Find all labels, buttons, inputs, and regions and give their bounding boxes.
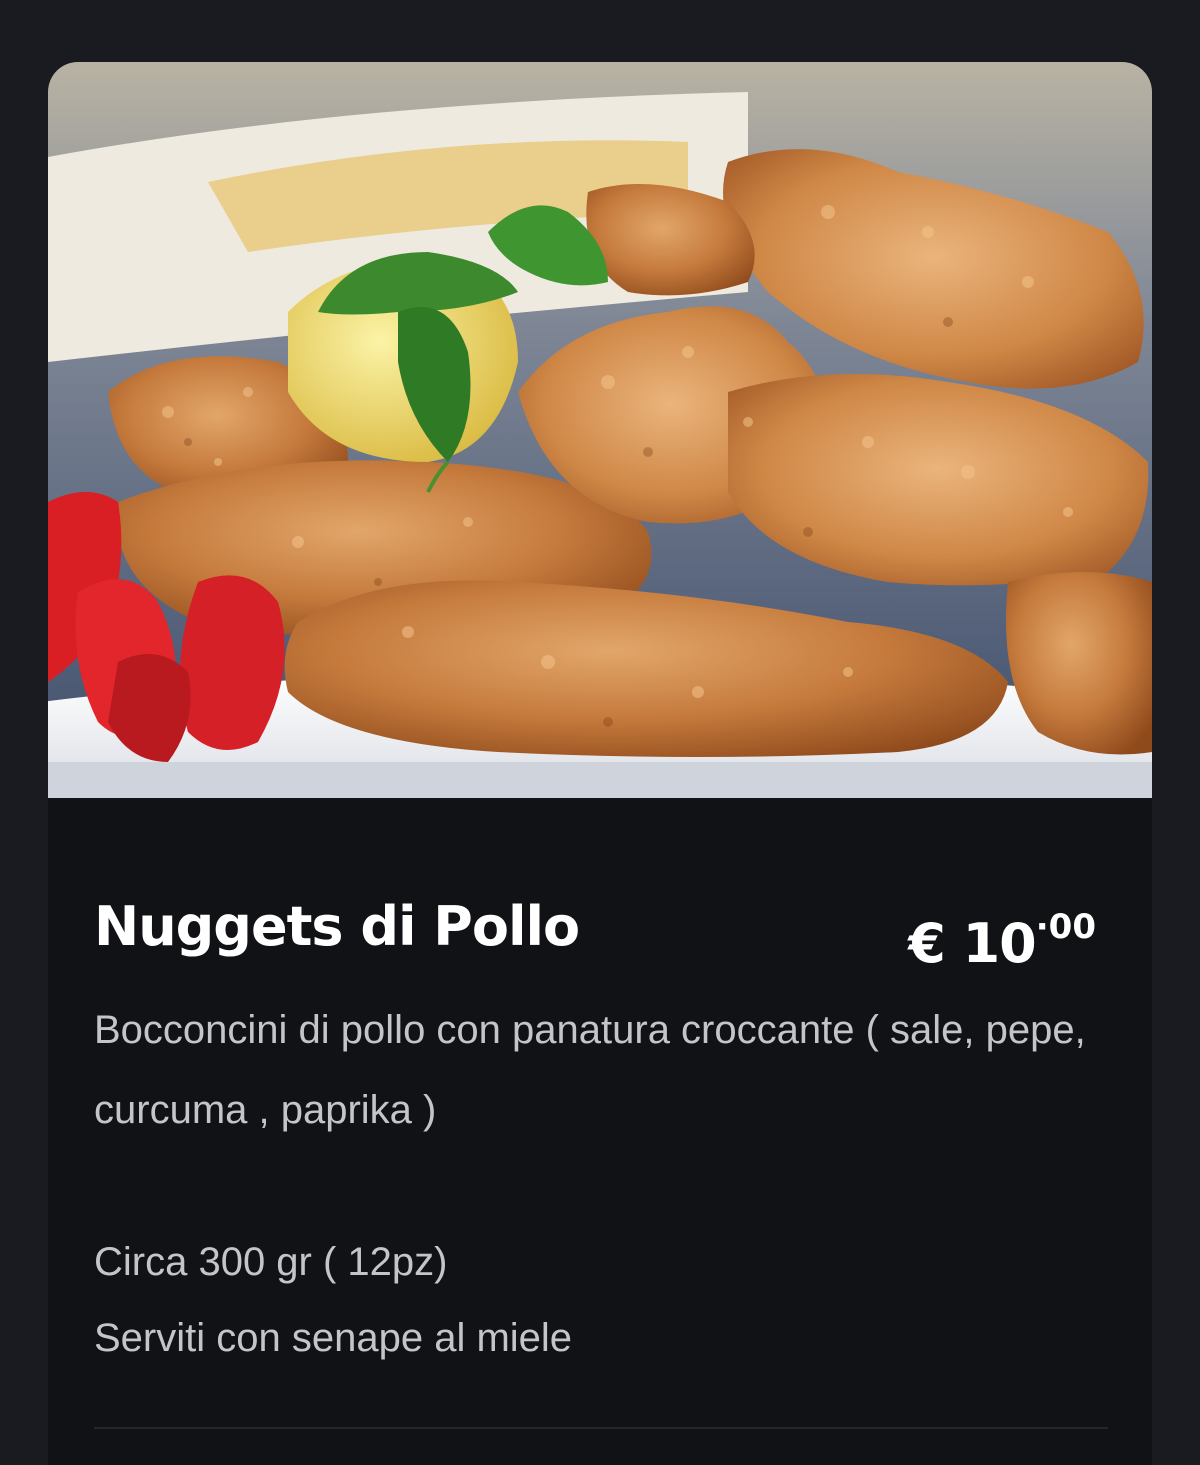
menu-item-card[interactable]: Nuggets di Pollo € 10·00 Bocconcini di p…	[48, 62, 1152, 1465]
item-description: Bocconcini di pollo con panatura croccan…	[94, 1008, 1086, 1132]
menu-item-page: Nuggets di Pollo € 10·00 Bocconcini di p…	[0, 0, 1200, 1465]
price-main: € 10	[908, 912, 1037, 975]
item-serving-note: Serviti con senape al miele	[94, 1316, 573, 1360]
divider	[94, 1427, 1108, 1429]
item-name: Nuggets di Pollo	[94, 895, 580, 958]
price-cents: ·00	[1035, 907, 1096, 947]
menu-item-info: Nuggets di Pollo € 10·00 Bocconcini di p…	[94, 62, 1108, 1465]
item-portion: Circa 300 gr ( 12pz)	[94, 1240, 448, 1284]
item-price: € 10·00	[908, 894, 1096, 977]
